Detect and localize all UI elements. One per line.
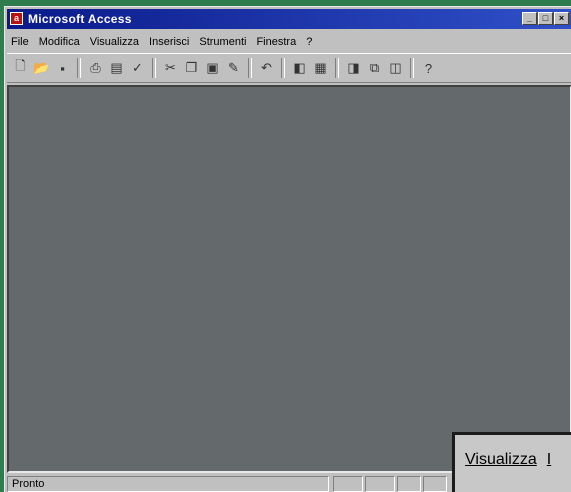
menu-help[interactable]: ?	[306, 36, 312, 48]
window-controls: _ □ ×	[522, 12, 569, 25]
print-icon[interactable]: ⎙	[86, 58, 105, 78]
menu-visualizza[interactable]: Visualizza	[90, 36, 139, 48]
toolbar-separator	[152, 58, 156, 78]
title-bar[interactable]: a Microsoft Access _ □ ×	[7, 9, 571, 29]
zoomed-menu-bar: Visualizza I	[465, 451, 551, 469]
status-panel	[423, 476, 447, 492]
toolbar-separator	[410, 58, 414, 78]
help-icon[interactable]: ?	[419, 58, 438, 78]
relationships-icon[interactable]: ⧉	[365, 58, 384, 78]
copy-icon[interactable]: ❐	[182, 58, 201, 78]
status-panel	[365, 476, 395, 492]
menu-bar: File Modifica Visualizza Inserisci Strum…	[7, 33, 571, 50]
toolbar-separator	[335, 58, 339, 78]
properties-icon[interactable]: ◨	[344, 58, 363, 78]
toolbar-separator	[77, 58, 81, 78]
zoomed-menu-inset: Visualizza I	[452, 432, 571, 492]
zoomed-menu-inserisci: I	[546, 451, 552, 468]
open-icon[interactable]: 📂	[32, 58, 51, 78]
analyze-icon[interactable]: ▦	[311, 58, 330, 78]
window-title: Microsoft Access	[28, 12, 132, 26]
new-icon[interactable]: 🗋	[11, 58, 30, 78]
maximize-button[interactable]: □	[538, 12, 553, 25]
format-painter-icon[interactable]: ✎	[224, 58, 243, 78]
minimize-button[interactable]: _	[522, 12, 537, 25]
paste-icon[interactable]: ▣	[203, 58, 222, 78]
menu-modifica[interactable]: Modifica	[39, 36, 80, 48]
save-icon[interactable]: ▪	[53, 58, 72, 78]
access-window: a Microsoft Access _ □ × File Modifica V…	[4, 6, 571, 492]
print-preview-icon[interactable]: ▤	[107, 58, 126, 78]
undo-icon[interactable]: ↶	[257, 58, 276, 78]
menu-inserisci[interactable]: Inserisci	[149, 36, 189, 48]
toolbar-separator	[248, 58, 252, 78]
access-app-icon[interactable]: a	[10, 12, 23, 25]
office-links-icon[interactable]: ◧	[290, 58, 309, 78]
menu-file[interactable]: File	[11, 36, 29, 48]
zoomed-menu-visualizza: Visualizza	[465, 451, 537, 468]
toolbar-separator	[281, 58, 285, 78]
close-button[interactable]: ×	[554, 12, 569, 25]
status-panel	[333, 476, 363, 492]
status-panel	[397, 476, 421, 492]
mdi-workspace	[7, 85, 571, 473]
cut-icon[interactable]: ✂	[161, 58, 180, 78]
spelling-icon[interactable]: ✓	[128, 58, 147, 78]
menu-strumenti[interactable]: Strumenti	[199, 36, 246, 48]
new-object-icon[interactable]: ◫	[386, 58, 405, 78]
status-text: Pronto	[7, 476, 329, 492]
standard-toolbar: 🗋 📂 ▪ ⎙ ▤ ✓ ✂ ❐ ▣ ✎ ↶ ◧ ▦ ◨ ⧉ ◫ ?	[7, 53, 571, 83]
menu-finestra[interactable]: Finestra	[256, 36, 296, 48]
